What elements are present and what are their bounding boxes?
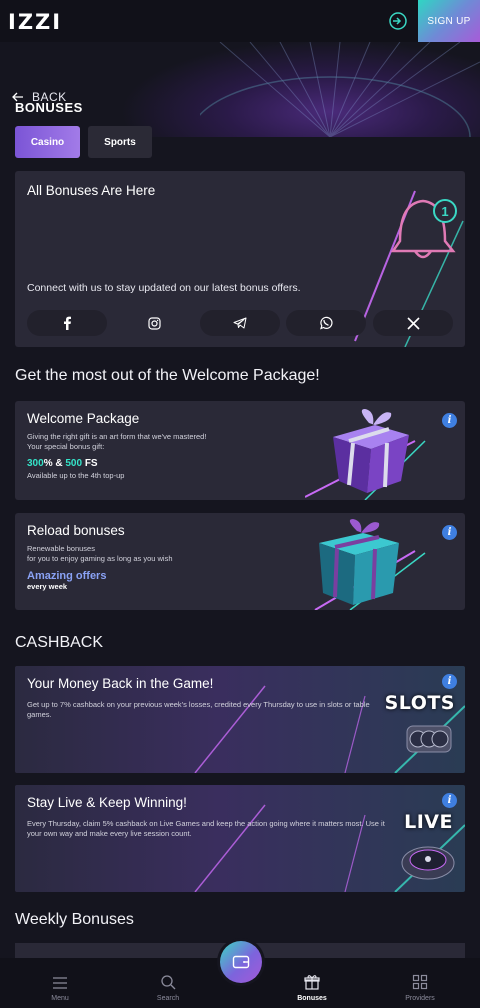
notify-badge: 1: [441, 204, 448, 219]
telegram-button[interactable]: [200, 310, 280, 336]
gift-box-purple-icon: [305, 409, 426, 500]
whatsapp-button[interactable]: [286, 310, 366, 336]
reload-info-icon[interactable]: i: [442, 525, 457, 540]
cashback-live-card[interactable]: Stay Live & Keep Winning! Every Thursday…: [15, 785, 465, 892]
logo[interactable]: IZZI: [8, 10, 62, 34]
facebook-button[interactable]: [27, 310, 107, 336]
cashback-live-word: LIVE: [404, 811, 453, 833]
nav-search[interactable]: Search: [120, 958, 216, 1008]
cashback-section-title: CASHBACK: [15, 634, 104, 651]
search-icon: [161, 975, 176, 990]
grid-icon: [412, 974, 428, 990]
welcome-card-title: Welcome Package: [27, 411, 140, 426]
wallet-icon: [232, 955, 250, 969]
gift-icon: [304, 975, 320, 990]
tab-casino[interactable]: Casino: [15, 126, 80, 158]
top-bar: IZZI SIGN UP: [0, 0, 480, 42]
x-button[interactable]: [373, 310, 453, 336]
hero-decoration: [200, 42, 480, 137]
reload-card-highlight: Amazing offers: [27, 570, 107, 582]
nav-providers-label: Providers: [405, 995, 435, 1002]
notify-card-text: Connect with us to stay updated on our l…: [27, 282, 301, 294]
cashback-live-info-icon[interactable]: i: [442, 793, 457, 808]
cashback-slots-text: Get up to 7% cashback on your previous w…: [27, 700, 370, 719]
welcome-card-bonus: 300% & 500 FS: [27, 458, 98, 469]
login-icon[interactable]: [388, 11, 408, 31]
wallet-button[interactable]: [220, 941, 262, 983]
x-icon: [406, 316, 420, 330]
telegram-icon: [233, 317, 247, 329]
welcome-section-title: Get the most out of the Welcome Package!: [15, 367, 320, 384]
cashback-slots-title: Your Money Back in the Game!: [27, 676, 214, 691]
menu-icon: [53, 977, 67, 989]
instagram-button[interactable]: [115, 310, 193, 336]
reload-card-line1: Renewable bonuses: [27, 544, 95, 553]
notify-card-title: All Bonuses Are Here: [27, 183, 156, 198]
signup-button[interactable]: SIGN UP: [418, 0, 480, 42]
notify-card: All Bonuses Are Here 1 Connect with us t…: [15, 171, 465, 347]
nav-providers[interactable]: Providers: [372, 958, 468, 1008]
reload-card-line2: for you to enjoy gaming as long as you w…: [27, 554, 173, 563]
nav-search-label: Search: [156, 995, 180, 1002]
facebook-icon: [64, 316, 71, 330]
welcome-package-card[interactable]: Welcome Package Giving the right gift is…: [15, 401, 465, 500]
page-title: BONUSES: [15, 100, 83, 115]
hero-banner: BACK: [0, 42, 480, 137]
cashback-slots-info-icon[interactable]: i: [442, 674, 457, 689]
nav-menu-label: Menu: [51, 995, 69, 1002]
weekly-section-title: Weekly Bonuses: [15, 911, 134, 928]
cashback-slots-card[interactable]: Your Money Back in the Game! Get up to 7…: [15, 666, 465, 773]
welcome-card-line1: Giving the right gift is an art form tha…: [27, 432, 207, 441]
cashback-live-text: Every Thursday, claim 5% cashback on Liv…: [27, 819, 385, 838]
whatsapp-icon: [320, 316, 333, 330]
reload-card-title: Reload bonuses: [27, 523, 125, 538]
category-tabs: Casino Sports: [15, 126, 152, 158]
reload-bonuses-card[interactable]: Reload bonuses Renewable bonuses for you…: [15, 513, 465, 610]
gift-box-teal-icon: [314, 519, 426, 610]
cashback-live-title: Stay Live & Keep Winning!: [27, 795, 187, 810]
tab-sports[interactable]: Sports: [88, 126, 152, 158]
nav-bonuses[interactable]: Bonuses: [264, 958, 360, 1008]
nav-bonuses-label: Bonuses: [297, 995, 327, 1002]
welcome-info-icon[interactable]: i: [442, 413, 457, 428]
welcome-card-footer: Available up to the 4th top-up: [27, 471, 125, 480]
instagram-icon: [147, 316, 161, 330]
welcome-card-line2: Your special bonus gift:: [27, 442, 105, 451]
nav-menu[interactable]: Menu: [12, 958, 108, 1008]
reload-card-footer: every week: [27, 582, 68, 591]
cashback-slots-word: SLOTS: [384, 692, 455, 714]
